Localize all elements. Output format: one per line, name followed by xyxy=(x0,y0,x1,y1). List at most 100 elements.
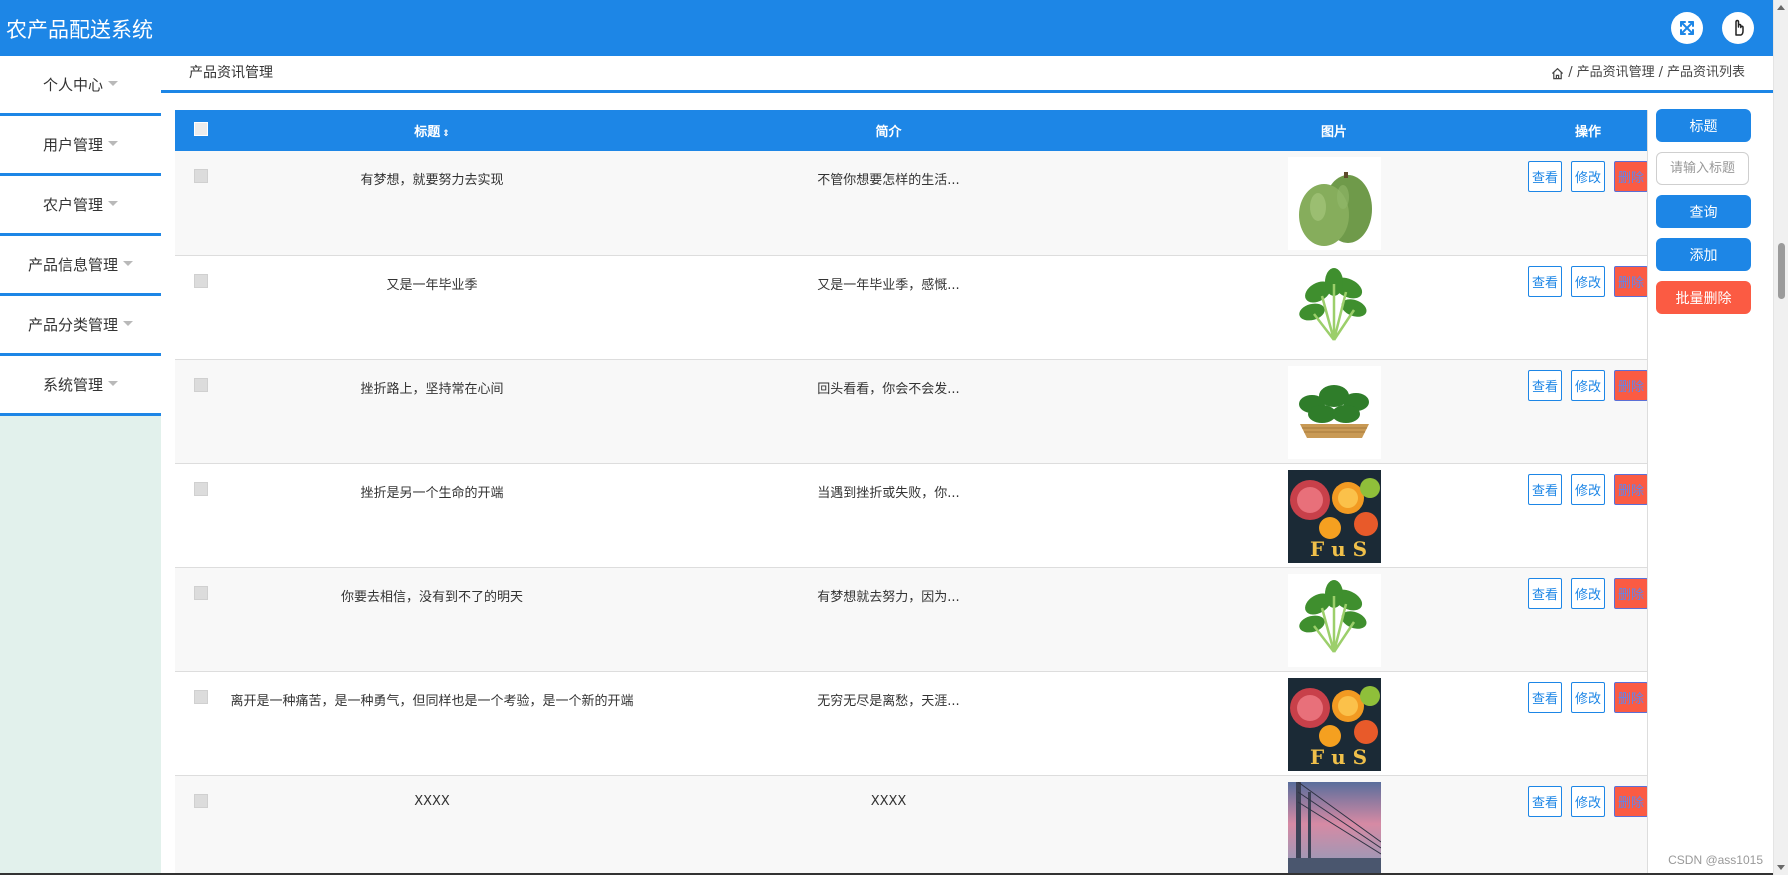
sidebar-item-product-info-management[interactable]: 产品信息管理 xyxy=(0,236,161,296)
caret-down-icon xyxy=(123,261,133,266)
sidebar-item-product-category-management[interactable]: 产品分类管理 xyxy=(0,296,161,356)
sidebar-item-personal-center[interactable]: 个人中心 xyxy=(0,56,161,116)
sidebar-item-farmer-management[interactable]: 农户管理 xyxy=(0,176,161,236)
select-all-header xyxy=(175,110,227,151)
svg-text:F u S: F u S xyxy=(1310,537,1367,561)
query-button[interactable]: 查询 xyxy=(1656,195,1751,228)
city-bridge-image xyxy=(1287,781,1381,875)
delete-button[interactable]: 删除 xyxy=(1614,785,1647,817)
delete-button[interactable]: 删除 xyxy=(1614,473,1647,505)
caret-down-icon xyxy=(108,141,118,146)
row-intro: 又是一年毕业季，感慨... xyxy=(817,277,960,293)
row-select-cell xyxy=(175,255,227,359)
edit-button[interactable]: 修改 xyxy=(1571,681,1605,713)
search-title-input[interactable] xyxy=(1656,152,1749,185)
view-button[interactable]: 查看 xyxy=(1528,161,1562,192)
breadcrumb-current: 产品资讯列表 xyxy=(1666,65,1745,80)
sidebar-item-label: 产品信息管理 xyxy=(27,256,118,274)
row-image-cell xyxy=(1140,151,1528,255)
row-select-cell xyxy=(175,567,227,671)
caret-down-icon xyxy=(123,321,133,326)
sidebar-item-user-management[interactable]: 用户管理 xyxy=(0,116,161,176)
fullscreen-icon[interactable] xyxy=(1671,12,1703,44)
row-image-cell xyxy=(1140,359,1528,463)
row-checkbox[interactable] xyxy=(194,273,208,288)
spinach-image xyxy=(1287,261,1381,355)
row-image-cell xyxy=(1140,567,1528,671)
view-button[interactable]: 查看 xyxy=(1528,681,1562,713)
row-checkbox[interactable] xyxy=(194,689,208,704)
delete-button[interactable]: 删除 xyxy=(1614,369,1647,401)
sidebar: 个人中心 用户管理 农户管理 产品信息管理 产品分类管理 系统管理 xyxy=(0,56,161,875)
table-row: XXXX XXXX 查看 修改 删除 xyxy=(175,775,1647,875)
row-checkbox[interactable] xyxy=(194,793,208,808)
row-intro: 无穷无尽是离愁，天涯... xyxy=(817,693,960,709)
row-intro: XXXX xyxy=(870,793,907,809)
row-checkbox[interactable] xyxy=(194,169,208,183)
delete-button[interactable]: 删除 xyxy=(1614,265,1647,297)
row-image-cell xyxy=(1140,255,1528,359)
row-image-cell: F u S xyxy=(1140,463,1528,567)
winter-melon-image xyxy=(1287,157,1381,250)
view-button[interactable]: 查看 xyxy=(1528,577,1562,609)
table-row: 有梦想，就要努力去实现 不管你想要怎样的生活... 查看 修改 删除 xyxy=(175,151,1647,255)
row-select-cell xyxy=(175,671,227,775)
breadcrumb-level-1[interactable]: 产品资讯管理 xyxy=(1577,56,1655,90)
delete-button[interactable]: 删除 xyxy=(1614,681,1647,713)
sort-icon[interactable]: ⇕ xyxy=(442,129,450,139)
scroll-down-arrow-icon[interactable] xyxy=(1777,865,1785,870)
row-title: 挫折路上，坚持常在心间 xyxy=(360,381,504,397)
select-all-checkbox[interactable] xyxy=(194,121,208,136)
delete-button[interactable]: 删除 xyxy=(1614,161,1647,192)
row-title: 离开是一种痛苦，是一种勇气，但同样也是一个考验，是一个新的开端 xyxy=(230,693,634,709)
row-checkbox[interactable] xyxy=(194,377,208,392)
row-intro: 有梦想就去努力，因为... xyxy=(817,589,960,605)
caret-down-icon xyxy=(108,201,118,206)
edit-button[interactable]: 修改 xyxy=(1571,265,1605,297)
home-icon[interactable] xyxy=(1551,67,1564,80)
row-title: 你要去相信，没有到不了的明天 xyxy=(340,589,523,605)
sidebar-item-system-management[interactable]: 系统管理 xyxy=(0,356,161,416)
batch-delete-button[interactable]: 批量删除 xyxy=(1656,281,1751,314)
table-row: 又是一年毕业季 又是一年毕业季，感慨... 查看 修改 删除 xyxy=(175,255,1647,359)
row-actions: 查看 修改 删除 xyxy=(1528,671,1647,775)
sidebar-item-label: 系统管理 xyxy=(42,376,103,394)
table-row: 离开是一种痛苦，是一种勇气，但同样也是一个考验，是一个新的开端 无穷无尽是离愁，天… xyxy=(175,671,1647,775)
app-title: 农产品配送系统 xyxy=(6,18,153,42)
row-actions: 查看 修改 删除 xyxy=(1528,567,1647,671)
edit-button[interactable]: 修改 xyxy=(1571,369,1605,401)
view-button[interactable]: 查看 xyxy=(1528,473,1562,505)
table-row: 挫折路上，坚持常在心间 回头看看，你会不会发... 查看 修改 删除 xyxy=(175,359,1647,463)
title-column-header[interactable]: 标题 ⇕ xyxy=(227,110,637,151)
image-column-header: 图片 xyxy=(1320,125,1347,140)
edit-button[interactable]: 修改 xyxy=(1571,577,1605,609)
row-image-cell: F u S xyxy=(1140,671,1528,775)
sidebar-item-label: 个人中心 xyxy=(42,76,103,94)
delete-button[interactable]: 删除 xyxy=(1614,577,1647,609)
ops-column-header: 操作 xyxy=(1574,125,1601,140)
scroll-thumb[interactable] xyxy=(1778,243,1785,299)
user-avatar-icon[interactable] xyxy=(1722,12,1754,44)
edit-button[interactable]: 修改 xyxy=(1571,473,1605,505)
edit-button[interactable]: 修改 xyxy=(1571,161,1605,192)
news-table: 标题 ⇕ 简介 图片 操作 有梦想，就要努力去实现 不管你想要怎样的生活... 查看修… xyxy=(175,110,1648,875)
edit-button[interactable]: 修改 xyxy=(1571,785,1605,817)
view-button[interactable]: 查看 xyxy=(1528,785,1562,817)
row-checkbox[interactable] xyxy=(194,585,208,600)
row-checkbox[interactable] xyxy=(194,481,208,496)
fruit-poster-image: F u S xyxy=(1287,677,1381,771)
row-select-cell xyxy=(175,775,227,875)
scroll-up-arrow-icon[interactable] xyxy=(1777,5,1785,10)
table-row: 挫折是另一个生命的开端 当遇到挫折或失败，你... F u S 查看 修改 删除 xyxy=(175,463,1647,567)
caret-down-icon xyxy=(108,81,118,86)
sidebar-item-label: 用户管理 xyxy=(42,136,103,154)
view-button[interactable]: 查看 xyxy=(1528,369,1562,401)
search-panel: 标题 查询 添加 批量删除 xyxy=(1656,109,1751,314)
view-button[interactable]: 查看 xyxy=(1528,265,1562,297)
row-actions: 查看 修改 删除 xyxy=(1528,151,1647,255)
title-label-button: 标题 xyxy=(1656,109,1751,142)
breadcrumb-separator: / xyxy=(1658,65,1663,80)
page-scrollbar[interactable] xyxy=(1773,0,1788,875)
row-intro: 当遇到挫折或失败，你... xyxy=(817,485,960,501)
add-button[interactable]: 添加 xyxy=(1656,238,1751,271)
